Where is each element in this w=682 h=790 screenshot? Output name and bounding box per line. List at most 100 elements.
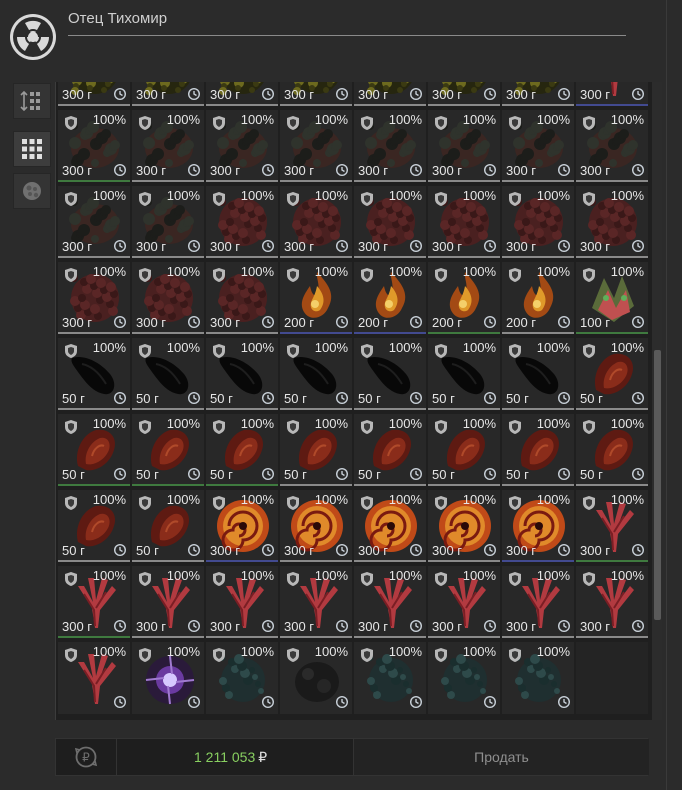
artifact-slot[interactable]: 100%300 г	[428, 566, 500, 638]
artifact-slot[interactable]: 100% 50 г	[428, 338, 500, 410]
artifact-slot[interactable]: 100% 200 г	[280, 262, 352, 334]
scrollbar-thumb[interactable]	[654, 350, 661, 620]
item-weight: 50 г	[580, 391, 603, 406]
artifact-slot[interactable]: 100%300 г	[132, 110, 204, 182]
artifact-slot[interactable]: 100%300 г	[280, 490, 352, 562]
artifact-slot[interactable]: 100%300 г	[206, 110, 278, 182]
artifact-slot[interactable]: 100% 200 г	[428, 262, 500, 334]
artifact-slot[interactable]: 100%	[280, 642, 352, 714]
artifact-slot[interactable]: 100%300 г	[58, 186, 130, 258]
clock-icon	[113, 87, 127, 101]
artifact-slot[interactable]: 100% 50 г	[576, 338, 648, 410]
artifact-slot[interactable]: 100%300 г	[280, 110, 352, 182]
grid-view-button[interactable]	[13, 131, 51, 167]
artifact-slot[interactable]: 100% 50 г	[58, 490, 130, 562]
artifact-slot[interactable]: 100%	[206, 642, 278, 714]
clock-icon	[187, 163, 201, 177]
artifact-slot[interactable]: 100%300 г	[132, 566, 204, 638]
artifact-slot[interactable]: 100%300 г	[280, 566, 352, 638]
sell-button[interactable]: Продать	[353, 739, 649, 775]
artifact-slot[interactable]: 100% 100 г	[576, 262, 648, 334]
clock-icon	[631, 163, 645, 177]
shield-icon	[582, 191, 596, 207]
shield-icon	[286, 419, 300, 435]
artifact-slot[interactable]: 100%300 г	[502, 110, 574, 182]
artifact-slot[interactable]: 100% 50 г	[206, 338, 278, 410]
artifact-slot[interactable]: 100%300 г	[428, 186, 500, 258]
artifact-slot[interactable]: 100% 50 г	[428, 414, 500, 486]
artifact-slot[interactable]: 100% 50 г	[58, 338, 130, 410]
artifact-slot[interactable]: 100%300 г	[280, 186, 352, 258]
artifact-slot[interactable]: 100%	[58, 642, 130, 714]
shield-icon	[286, 647, 300, 663]
condition-percent: 100%	[240, 264, 274, 279]
artifact-slot[interactable]: 100%300 г	[58, 566, 130, 638]
artifact-slot[interactable]: 100%300 г	[428, 110, 500, 182]
artifact-slot[interactable]: 100%300 г	[280, 82, 352, 106]
artifact-slot[interactable]: 100%300 г	[576, 566, 648, 638]
artifact-slot[interactable]: 100% 50 г	[502, 338, 574, 410]
artifact-slot[interactable]: 100%300 г	[354, 566, 426, 638]
artifact-slot[interactable]: 100%300 г	[354, 110, 426, 182]
artifact-slot[interactable]: 100%300 г	[58, 110, 130, 182]
artifact-slot[interactable]: 100% 50 г	[132, 338, 204, 410]
condition-percent: 100%	[314, 188, 348, 203]
artifact-slot[interactable]: 100%300 г	[206, 566, 278, 638]
artifact-slot[interactable]: 100% 50 г	[132, 414, 204, 486]
clock-icon	[261, 315, 275, 329]
artifact-slot[interactable]: 100%300 г	[502, 186, 574, 258]
artifact-slot[interactable]: 100% 50 г	[58, 414, 130, 486]
artifact-category-button[interactable]	[13, 173, 51, 209]
shield-icon	[138, 647, 152, 663]
item-weight: 300 г	[62, 619, 93, 634]
artifact-slot[interactable]: 100% 200 г	[502, 262, 574, 334]
clock-icon	[335, 391, 349, 405]
sort-button[interactable]	[13, 83, 51, 119]
artifact-slot[interactable]: 100% 50 г	[354, 338, 426, 410]
artifact-slot[interactable]: 100%300 г	[354, 490, 426, 562]
artifact-slot[interactable]: 100% 200 г	[354, 262, 426, 334]
clock-icon	[261, 543, 275, 557]
condition-percent: 100%	[92, 264, 126, 279]
artifact-slot[interactable]: 100%300 г	[502, 566, 574, 638]
item-weight: 50 г	[506, 467, 529, 482]
artifact-slot[interactable]: 100%	[502, 642, 574, 714]
artifact-slot[interactable]: 100%300 г	[428, 490, 500, 562]
artifact-slot[interactable]: 100%	[132, 642, 204, 714]
item-weight: 300 г	[210, 619, 241, 634]
artifact-slot[interactable]: 100%300 г	[206, 490, 278, 562]
condition-percent: 100%	[314, 340, 348, 355]
clock-icon	[557, 619, 571, 633]
artifact-slot[interactable]: 100% 50 г	[576, 414, 648, 486]
artifact-slot[interactable]: 100%300 г	[354, 82, 426, 106]
artifact-slot[interactable]: 100%300 г	[576, 82, 648, 106]
artifact-slot[interactable]: 100%300 г	[206, 186, 278, 258]
artifact-slot[interactable]: 100%300 г	[132, 186, 204, 258]
artifact-slot[interactable]: 100%300 г	[576, 110, 648, 182]
artifact-slot[interactable]: 100% 50 г	[132, 490, 204, 562]
artifact-slot[interactable]: 100%300 г	[206, 82, 278, 106]
artifact-slot[interactable]: 100%300 г	[502, 82, 574, 106]
artifact-slot[interactable]: 100% 50 г	[280, 338, 352, 410]
artifact-slot[interactable]: 100%300 г	[58, 262, 130, 334]
artifact-slot[interactable]: 100% 50 г	[502, 414, 574, 486]
artifact-slot[interactable]: 100%	[428, 642, 500, 714]
artifact-slot[interactable]: 100%300 г	[132, 82, 204, 106]
artifact-slot[interactable]: 100%300 г	[576, 490, 648, 562]
currency-exchange-button[interactable]: ₽	[56, 739, 117, 775]
artifact-slot[interactable]: 100% 50 г	[280, 414, 352, 486]
artifact-slot[interactable]: 100% 50 г	[206, 414, 278, 486]
clock-icon	[409, 239, 423, 253]
artifact-slot[interactable]: 100%300 г	[58, 82, 130, 106]
empty-slot	[576, 642, 648, 714]
artifact-slot[interactable]: 100%300 г	[132, 262, 204, 334]
artifact-slot[interactable]: 100%	[354, 642, 426, 714]
artifact-slot[interactable]: 100%300 г	[206, 262, 278, 334]
artifact-slot[interactable]: 100%300 г	[502, 490, 574, 562]
artifact-slot[interactable]: 100%300 г	[428, 82, 500, 106]
artifact-slot[interactable]: 100%300 г	[354, 186, 426, 258]
clock-icon	[113, 391, 127, 405]
artifact-slot[interactable]: 100% 50 г	[354, 414, 426, 486]
artifact-slot[interactable]: 100%300 г	[576, 186, 648, 258]
shield-icon	[138, 191, 152, 207]
